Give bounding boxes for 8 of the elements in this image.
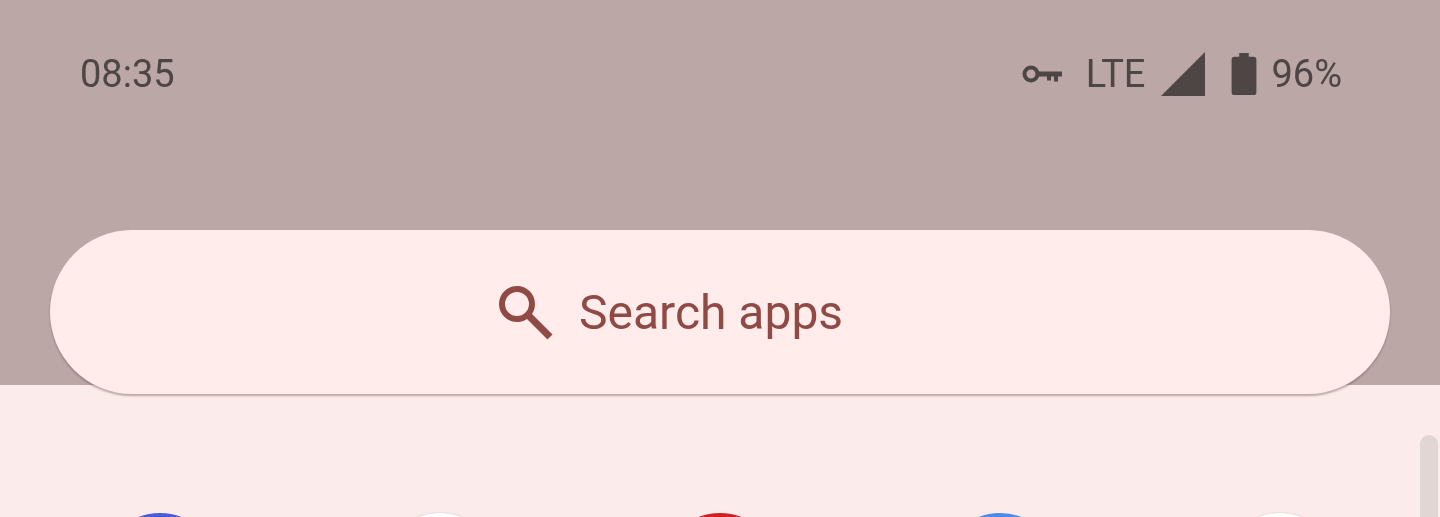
battery-icon bbox=[1231, 53, 1258, 95]
signal-icon bbox=[1161, 52, 1206, 96]
network-type: LTE bbox=[1085, 52, 1146, 96]
search-bar[interactable]: Search apps bbox=[50, 230, 1390, 394]
search-icon bbox=[497, 284, 553, 340]
search-field[interactable]: Search apps bbox=[579, 283, 943, 341]
clock-time: 08:35 bbox=[80, 52, 175, 96]
battery-percentage: 96% bbox=[1271, 52, 1342, 96]
